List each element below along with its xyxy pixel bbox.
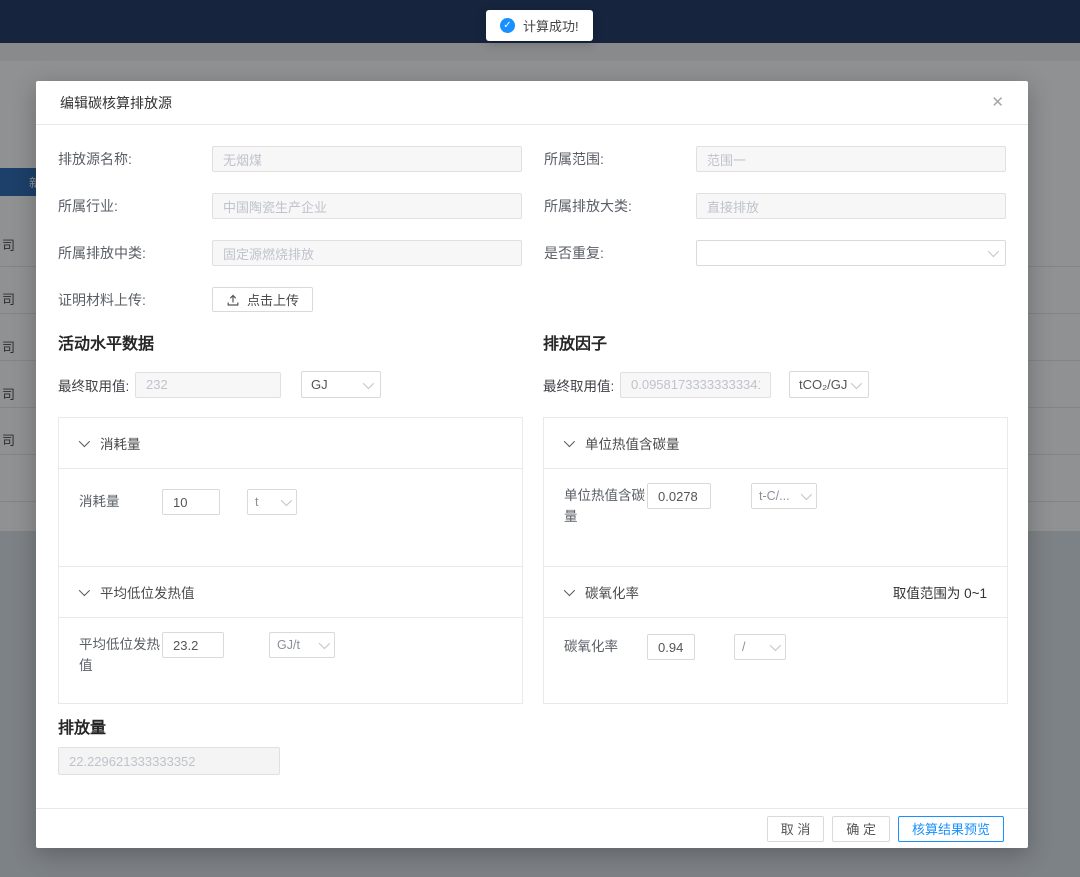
chevron-down-icon [988, 246, 999, 257]
activity-section-title: 活动水平数据 [58, 330, 523, 354]
chevron-down-icon [770, 640, 781, 651]
proof-upload-label: 证明材料上传: [58, 290, 212, 310]
confirm-button[interactable]: 确 定 [832, 816, 890, 842]
heating-value-panel-title: 平均低位发热值 [100, 582, 195, 602]
oxidation-rate-panel-title: 碳氧化率 [585, 582, 639, 602]
consumption-unit-select[interactable]: t [247, 489, 297, 515]
carbon-content-field-label: 单位热值含碳量 [564, 483, 647, 528]
oxidation-rate-field-label: 碳氧化率 [564, 634, 647, 658]
activity-final-input[interactable] [135, 372, 281, 398]
consumption-unit-value: t [255, 495, 258, 509]
edit-emission-source-modal: 编辑碳核算排放源 ✕ 排放源名称: 所属范围: 所属行业: 所属排放大类: 所属… [36, 81, 1028, 848]
factor-section-title: 排放因子 [543, 330, 1008, 354]
industry-input[interactable] [212, 193, 522, 219]
modal-title: 编辑碳核算排放源 [60, 93, 172, 113]
emission-value-input[interactable] [58, 747, 280, 775]
oxidation-range-note: 取值范围为 0~1 [893, 582, 987, 602]
chevron-down-icon [281, 495, 292, 506]
heating-value-field-label: 平均低位发热值 [79, 632, 162, 677]
carbon-content-panel-header[interactable]: 单位热值含碳量 [544, 418, 1007, 469]
consumption-panel-header[interactable]: 消耗量 [59, 418, 522, 469]
upload-icon [226, 293, 240, 307]
heating-value-input[interactable] [162, 632, 224, 658]
consumption-input[interactable] [162, 489, 220, 515]
close-icon[interactable]: ✕ [991, 95, 1004, 110]
consumption-field-label: 消耗量 [79, 489, 162, 513]
source-name-input[interactable] [212, 146, 522, 172]
modal-footer: 取 消 确 定 核算结果预览 [36, 808, 1028, 848]
collapse-chevron-icon[interactable] [564, 585, 575, 596]
industry-label: 所属行业: [58, 196, 212, 216]
result-preview-button[interactable]: 核算结果预览 [898, 816, 1004, 842]
heating-value-unit-select[interactable]: GJ/t [269, 632, 335, 658]
heating-value-unit-value: GJ/t [277, 638, 300, 652]
emission-section-title: 排放量 [58, 714, 1006, 738]
chevron-down-icon [851, 377, 862, 388]
activity-data-section: 活动水平数据 最终取用值: GJ 消耗量 消耗量 [58, 330, 523, 704]
upload-button-label: 点击上传 [247, 290, 299, 309]
toast-message: 计算成功! [523, 16, 579, 35]
collapse-chevron-icon[interactable] [79, 585, 90, 596]
factor-unit-select[interactable]: tCO₂/GJ [789, 371, 869, 398]
major-category-input[interactable] [696, 193, 1006, 219]
heating-value-panel-header[interactable]: 平均低位发热值 [59, 567, 522, 618]
carbon-content-panel: 单位热值含碳量 单位热值含碳量 t-C/... [543, 417, 1008, 567]
success-toast: ✓ 计算成功! [486, 10, 593, 41]
is-duplicate-label: 是否重复: [544, 243, 696, 263]
upload-button[interactable]: 点击上传 [212, 287, 313, 312]
factor-final-label: 最终取用值: [543, 375, 620, 395]
consumption-panel-title: 消耗量 [100, 433, 141, 453]
activity-unit-value: GJ [311, 377, 328, 392]
oxidation-rate-panel-header[interactable]: 碳氧化率 取值范围为 0~1 [544, 567, 1007, 618]
oxidation-rate-input[interactable] [647, 634, 695, 660]
oxidation-rate-unit-value: / [742, 640, 745, 654]
consumption-panel: 消耗量 消耗量 t [58, 417, 523, 567]
factor-unit-value: tCO₂/GJ [799, 377, 847, 392]
emission-factor-section: 排放因子 最终取用值: tCO₂/GJ 单位热值含碳量 单位热值含碳 [543, 330, 1008, 704]
cancel-button[interactable]: 取 消 [767, 816, 825, 842]
activity-unit-select[interactable]: GJ [301, 371, 381, 398]
collapse-chevron-icon[interactable] [79, 436, 90, 447]
carbon-content-unit-select[interactable]: t-C/... [751, 483, 817, 509]
oxidation-rate-unit-select[interactable]: / [734, 634, 786, 660]
carbon-content-unit-value: t-C/... [759, 489, 790, 503]
oxidation-rate-panel: 碳氧化率 取值范围为 0~1 碳氧化率 / [543, 567, 1008, 704]
modal-header: 编辑碳核算排放源 ✕ [36, 81, 1028, 125]
mid-category-label: 所属排放中类: [58, 243, 212, 263]
factor-final-input[interactable] [620, 372, 771, 398]
heating-value-panel: 平均低位发热值 平均低位发热值 GJ/t [58, 567, 523, 704]
check-circle-icon: ✓ [500, 18, 515, 33]
major-category-label: 所属排放大类: [544, 196, 696, 216]
chevron-down-icon [363, 377, 374, 388]
collapse-chevron-icon[interactable] [564, 436, 575, 447]
chevron-down-icon [319, 638, 330, 649]
scope-input[interactable] [696, 146, 1006, 172]
carbon-content-input[interactable] [647, 483, 711, 509]
chevron-down-icon [801, 489, 812, 500]
is-duplicate-select[interactable] [696, 240, 1006, 266]
scope-label: 所属范围: [544, 149, 696, 169]
source-name-label: 排放源名称: [58, 149, 212, 169]
activity-final-label: 最终取用值: [58, 375, 135, 395]
carbon-content-panel-title: 单位热值含碳量 [585, 433, 680, 453]
mid-category-input[interactable] [212, 240, 522, 266]
modal-body: 排放源名称: 所属范围: 所属行业: 所属排放大类: 所属排放中类: 是否重复:… [36, 125, 1028, 808]
